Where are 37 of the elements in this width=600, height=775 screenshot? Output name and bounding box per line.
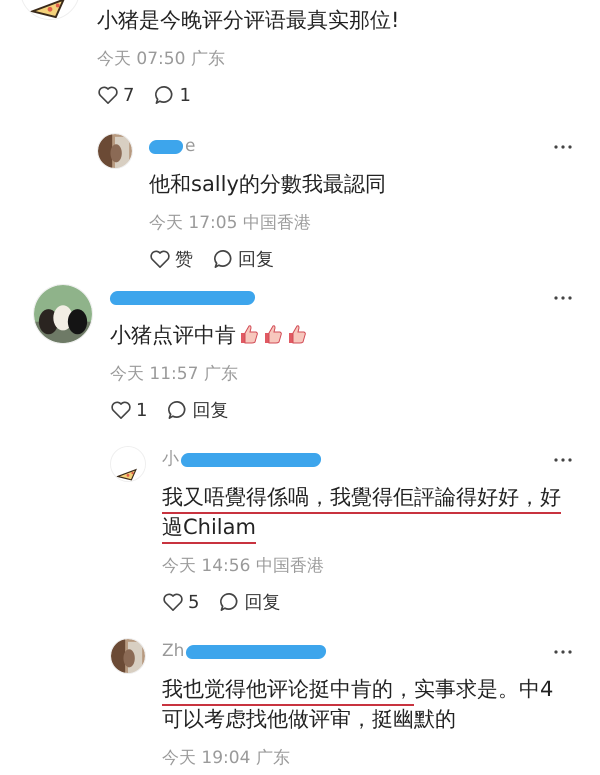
- more-icon[interactable]: [554, 145, 572, 149]
- thumbs-up-icon: [286, 324, 308, 344]
- comment-time: 今天 19:04 广东: [162, 747, 290, 770]
- comment-text: 小猪是今晚评分评语最真实那位!: [97, 7, 400, 34]
- thumbs-up-icon: [238, 324, 260, 344]
- more-icon[interactable]: [554, 650, 572, 654]
- reply-button[interactable]: 回复: [213, 246, 274, 272]
- redaction-scribble: [148, 140, 184, 154]
- speech-bubble-icon: [219, 592, 240, 612]
- heart-icon: [149, 249, 171, 269]
- heart-icon: [162, 592, 184, 612]
- comment-time: 今天 17:05 中国香港: [149, 212, 311, 235]
- comment-text: 我也觉得他评论挺中肯的，实事求是。中4可以考虑找他做评审，挺幽默的: [162, 676, 554, 733]
- like-button[interactable]: 赞: [149, 246, 193, 272]
- more-icon[interactable]: [554, 296, 572, 300]
- speech-bubble-icon: [154, 85, 176, 105]
- user-name: 小: [162, 448, 179, 472]
- speech-bubble-icon: [167, 400, 188, 420]
- like-button[interactable]: 7: [97, 82, 134, 108]
- comment-time: 今天 07:50 广东: [97, 48, 225, 71]
- comment-text: 小猪点评中肯: [110, 320, 512, 350]
- comment-text: 他和sally的分數我最認同: [149, 171, 387, 198]
- heart-icon: [110, 400, 132, 420]
- like-button[interactable]: 5: [162, 588, 200, 616]
- thumbs-up-icon: [262, 324, 284, 344]
- reply-button[interactable]: 回复: [219, 588, 280, 616]
- comment-time: 今天 14:56 中国香港: [162, 555, 324, 578]
- user-name: Zh: [162, 640, 184, 664]
- comment-text: 我又唔覺得係喎，我覺得佢評論得好好，好過Chilam: [162, 482, 564, 542]
- comment-time: 今天 11:57 广东: [110, 363, 238, 386]
- like-button[interactable]: 1: [110, 396, 148, 424]
- reply-button[interactable]: 回复: [167, 396, 228, 424]
- user-name: e: [185, 135, 196, 158]
- speech-bubble-icon: [213, 249, 234, 269]
- heart-icon: [97, 85, 119, 105]
- reply-button[interactable]: 1: [154, 82, 191, 108]
- more-icon[interactable]: [554, 458, 572, 462]
